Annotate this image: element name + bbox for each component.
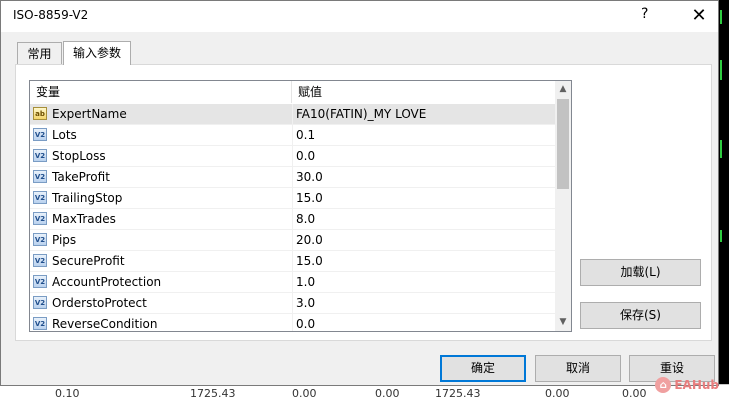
parameter-value[interactable]: 0.1	[292, 125, 555, 145]
column-header-value[interactable]: 赋值	[292, 81, 555, 103]
parameter-value[interactable]: 8.0	[292, 209, 555, 229]
parameter-name: ExpertName	[52, 107, 127, 121]
terminal-cell: 1725.43	[435, 387, 481, 400]
parameter-rows: ab ExpertName FA10(FATIN)_MY LOVE V2 Lots 0.1…	[30, 104, 555, 331]
terminal-cell: 0.00	[622, 387, 647, 400]
expert-properties-dialog: ISO-8859-V2 ? ✕ 常用 输入参数 变量 赋值 ab ExpertNa…	[0, 0, 719, 386]
parameter-row[interactable]: V2 MaxTrades 8.0	[30, 209, 555, 230]
window-title: ISO-8859-V2	[13, 8, 89, 22]
parameter-name: MaxTrades	[52, 212, 116, 226]
tab-input-parameters[interactable]: 输入参数	[63, 41, 131, 65]
scroll-thumb[interactable]	[557, 99, 569, 189]
parameter-value[interactable]: 0.0	[292, 314, 555, 331]
parameter-row[interactable]: V2 Pips 20.0	[30, 230, 555, 251]
column-header-variable[interactable]: 变量	[30, 81, 291, 103]
scroll-down-icon[interactable]: ▼	[555, 314, 571, 331]
parameter-value[interactable]: FA10(FATIN)_MY LOVE	[292, 104, 555, 124]
close-button[interactable]: ✕	[684, 3, 714, 29]
parameter-name: StopLoss	[52, 149, 106, 163]
parameter-name: SecureProfit	[52, 254, 125, 268]
parameter-row[interactable]: V2 StopLoss 0.0	[30, 146, 555, 167]
help-button[interactable]: ?	[641, 6, 648, 22]
parameter-name: ReverseCondition	[52, 317, 158, 331]
parameter-name: Pips	[52, 233, 77, 247]
parameter-name: Lots	[52, 128, 77, 142]
terminal-cell: 1725.43	[190, 387, 236, 400]
ok-button[interactable]: 确定	[440, 355, 526, 382]
save-button[interactable]: 保存(S)	[580, 302, 701, 329]
terminal-cell: 0.10	[55, 387, 80, 400]
terminal-cell: 0.00	[292, 387, 317, 400]
parameter-name: OrderstoProtect	[52, 296, 147, 310]
parameter-row[interactable]: V2 Lots 0.1	[30, 125, 555, 146]
parameter-name: TakeProfit	[52, 170, 110, 184]
parameter-value[interactable]: 15.0	[292, 188, 555, 208]
terminal-cell: 0.00	[375, 387, 400, 400]
parameter-value[interactable]: 3.0	[292, 293, 555, 313]
parameter-row[interactable]: V2 TakeProfit 30.0	[30, 167, 555, 188]
parameter-value[interactable]: 1.0	[292, 272, 555, 292]
scroll-up-icon[interactable]: ▲	[555, 81, 571, 98]
chart-tick	[720, 60, 722, 80]
parameter-value[interactable]: 15.0	[292, 251, 555, 271]
parameters-list[interactable]: 变量 赋值 ab ExpertName FA10(FATIN)_MY LOVE V2 L…	[29, 80, 572, 332]
background-terminal-row: 0.10 1725.43 0.00 0.00 1725.43 0.00 0.00	[0, 384, 729, 402]
title-bar: ISO-8859-V2 ? ✕	[1, 1, 718, 32]
parameter-value[interactable]: 20.0	[292, 230, 555, 250]
vertical-scrollbar[interactable]: ▲ ▼	[555, 81, 571, 331]
eahub-logo-icon: ⌂	[655, 377, 672, 393]
watermark-text: EAHub	[674, 378, 719, 392]
terminal-cell: 0.00	[545, 387, 570, 400]
chart-tick	[720, 230, 722, 242]
parameter-row[interactable]: ab ExpertName FA10(FATIN)_MY LOVE	[30, 104, 555, 125]
tab-common[interactable]: 常用	[17, 42, 62, 64]
parameter-row[interactable]: V2 OrderstoProtect 3.0	[30, 293, 555, 314]
parameter-row[interactable]: V2 SecureProfit 15.0	[30, 251, 555, 272]
parameter-name: TrailingStop	[52, 191, 123, 205]
chart-tick	[720, 10, 722, 24]
cancel-button[interactable]: 取消	[535, 355, 621, 382]
parameter-value[interactable]: 0.0	[292, 146, 555, 166]
parameter-value[interactable]: 30.0	[292, 167, 555, 187]
background-chart-strip	[718, 0, 729, 401]
parameter-row[interactable]: V2 ReverseCondition 0.0	[30, 314, 555, 331]
parameter-name: AccountProtection	[52, 275, 162, 289]
list-header: 变量 赋值	[30, 81, 555, 105]
eahub-watermark: ⌂ EAHub	[655, 377, 719, 393]
load-button[interactable]: 加载(L)	[580, 259, 701, 286]
parameter-row[interactable]: V2 TrailingStop 15.0	[30, 188, 555, 209]
chart-tick	[720, 140, 722, 158]
parameter-row[interactable]: V2 AccountProtection 1.0	[30, 272, 555, 293]
